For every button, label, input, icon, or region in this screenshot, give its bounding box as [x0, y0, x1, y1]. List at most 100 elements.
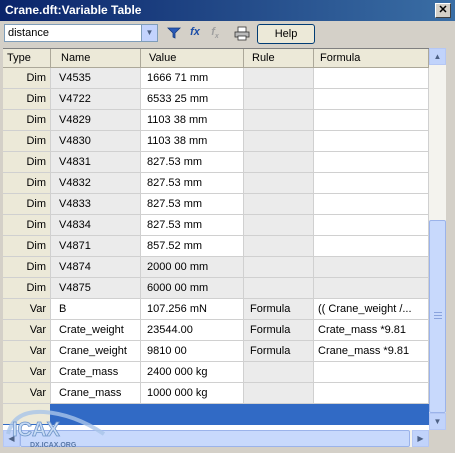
- cell-formula[interactable]: [314, 215, 429, 236]
- cell-formula[interactable]: [314, 404, 429, 425]
- cell-name[interactable]: V4830: [51, 131, 141, 152]
- cell-formula[interactable]: (( Crane_weight /...: [314, 299, 429, 320]
- cell-value[interactable]: 6533 25 mm: [141, 89, 244, 110]
- cell-formula[interactable]: [314, 89, 429, 110]
- cell-formula[interactable]: [314, 236, 429, 257]
- table-row[interactable]: Dim V4871 857.52 mm: [3, 236, 429, 257]
- cell-value[interactable]: 1103 38 mm: [141, 110, 244, 131]
- cell-rule[interactable]: [244, 194, 314, 215]
- cell-value[interactable]: 1103 38 mm: [141, 131, 244, 152]
- table-row[interactable]: Dim V4831 827.53 mm: [3, 152, 429, 173]
- cell-rule[interactable]: [244, 236, 314, 257]
- column-header-value[interactable]: Value: [141, 49, 244, 67]
- cell-formula[interactable]: [314, 278, 429, 299]
- table-row[interactable]: Var B 107.256 mN Formula(( Crane_weight /..…: [3, 299, 429, 320]
- table-row[interactable]: Dim V4874 2000 00 mm: [3, 257, 429, 278]
- cell-rule[interactable]: Formula: [244, 341, 314, 362]
- table-row[interactable]: Dim V4830 1103 38 mm: [3, 131, 429, 152]
- cell-rule[interactable]: [244, 362, 314, 383]
- cell-value[interactable]: 23544.00: [141, 320, 244, 341]
- cell-name[interactable]: Crane_weight: [51, 341, 141, 362]
- vertical-scroll-thumb[interactable]: [429, 220, 446, 413]
- cell-name[interactable]: V4834: [51, 215, 141, 236]
- cell-formula[interactable]: [314, 383, 429, 404]
- vertical-scrollbar[interactable]: ▲ ▼: [429, 48, 446, 430]
- cell-name[interactable]: Crate_mass: [51, 362, 141, 383]
- filter-dropdown[interactable]: distance ▼: [4, 24, 158, 42]
- cell-value[interactable]: 9810 00: [141, 341, 244, 362]
- cell-value[interactable]: 2000 00 mm: [141, 257, 244, 278]
- column-header-name[interactable]: Name: [51, 49, 141, 67]
- cell-name[interactable]: V4833: [51, 194, 141, 215]
- cell-value[interactable]: 857.52 mm: [141, 236, 244, 257]
- help-button[interactable]: Help: [257, 24, 315, 44]
- column-header-type[interactable]: Type: [3, 49, 51, 67]
- cell-rule[interactable]: [244, 110, 314, 131]
- cell-name[interactable]: V4535: [51, 68, 141, 89]
- cell-name[interactable]: V4871: [51, 236, 141, 257]
- cell-name[interactable]: B: [51, 299, 141, 320]
- cell-name[interactable]: V4875: [51, 278, 141, 299]
- cell-value[interactable]: 107.256 mN: [141, 299, 244, 320]
- cell-rule[interactable]: [244, 131, 314, 152]
- table-row[interactable]: Var Crate_mass 2400 000 kg: [3, 362, 429, 383]
- table-row[interactable]: Var Crane_weight 9810 00 Formula Crane_mass …: [3, 341, 429, 362]
- cell-value[interactable]: 827.53 mm: [141, 215, 244, 236]
- cell-formula[interactable]: [314, 362, 429, 383]
- table-row[interactable]: Dim V4875 6000 00 mm: [3, 278, 429, 299]
- table-row[interactable]: Var Crate_weight 23544.00 Formula Crate_mass…: [3, 320, 429, 341]
- cell-rule[interactable]: [244, 173, 314, 194]
- cell-rule[interactable]: [244, 152, 314, 173]
- cell-value[interactable]: 6000 00 mm: [141, 278, 244, 299]
- cell-value[interactable]: 827.53 mm: [141, 173, 244, 194]
- cell-name[interactable]: V4831: [51, 152, 141, 173]
- cell-rule[interactable]: [244, 215, 314, 236]
- cell-name[interactable]: V4832: [51, 173, 141, 194]
- cell-value[interactable]: 1666 71 mm: [141, 68, 244, 89]
- cell-name[interactable]: V4829: [51, 110, 141, 131]
- scroll-right-button[interactable]: ▶: [412, 430, 429, 447]
- column-header-rule[interactable]: Rule: [244, 49, 314, 67]
- cell-rule[interactable]: Formula: [244, 299, 314, 320]
- cell-rule[interactable]: [244, 257, 314, 278]
- cell-formula[interactable]: [314, 110, 429, 131]
- cell-rule[interactable]: [244, 89, 314, 110]
- formula-button[interactable]: fx: [185, 24, 205, 43]
- table-row[interactable]: Dim V4832 827.53 mm: [3, 173, 429, 194]
- scroll-up-button[interactable]: ▲: [429, 48, 446, 65]
- table-row[interactable]: Dim V4834 827.53 mm: [3, 215, 429, 236]
- cell-name[interactable]: Crane_mass: [51, 383, 141, 404]
- table-row[interactable]: Dim V4833 827.53 mm: [3, 194, 429, 215]
- cell-name[interactable]: Crate_weight: [51, 320, 141, 341]
- column-header-formula[interactable]: Formula: [314, 49, 429, 67]
- scroll-down-button[interactable]: ▼: [429, 413, 446, 430]
- cell-formula[interactable]: [314, 152, 429, 173]
- table-row[interactable]: Dim V4535 1666 71 mm: [3, 68, 429, 89]
- table-row[interactable]: Var Crane_mass 1000 000 kg: [3, 383, 429, 404]
- cell-formula[interactable]: [314, 194, 429, 215]
- cell-value[interactable]: 1000 000 kg: [141, 383, 244, 404]
- cell-value[interactable]: 827.53 mm: [141, 194, 244, 215]
- cell-value[interactable]: [141, 404, 244, 425]
- cell-value[interactable]: 827.53 mm: [141, 152, 244, 173]
- cell-rule[interactable]: Formula: [244, 320, 314, 341]
- cell-value[interactable]: 2400 000 kg: [141, 362, 244, 383]
- cell-name[interactable]: V4874: [51, 257, 141, 278]
- filter-button[interactable]: [164, 24, 184, 43]
- cell-formula[interactable]: [314, 131, 429, 152]
- cell-rule[interactable]: [244, 278, 314, 299]
- cell-rule[interactable]: [244, 68, 314, 89]
- print-button[interactable]: [232, 24, 252, 43]
- table-row[interactable]: Dim V4722 6533 25 mm: [3, 89, 429, 110]
- cell-rule[interactable]: [244, 404, 314, 425]
- cell-formula[interactable]: [314, 173, 429, 194]
- chevron-down-icon[interactable]: ▼: [141, 25, 157, 41]
- cell-rule[interactable]: [244, 383, 314, 404]
- close-button[interactable]: ✕: [435, 3, 451, 18]
- cell-formula[interactable]: [314, 257, 429, 278]
- cell-name[interactable]: V4722: [51, 89, 141, 110]
- table-row[interactable]: Dim V4829 1103 38 mm: [3, 110, 429, 131]
- cell-formula[interactable]: Crate_mass *9.81: [314, 320, 429, 341]
- cell-formula[interactable]: Crane_mass *9.81: [314, 341, 429, 362]
- cell-formula[interactable]: [314, 68, 429, 89]
